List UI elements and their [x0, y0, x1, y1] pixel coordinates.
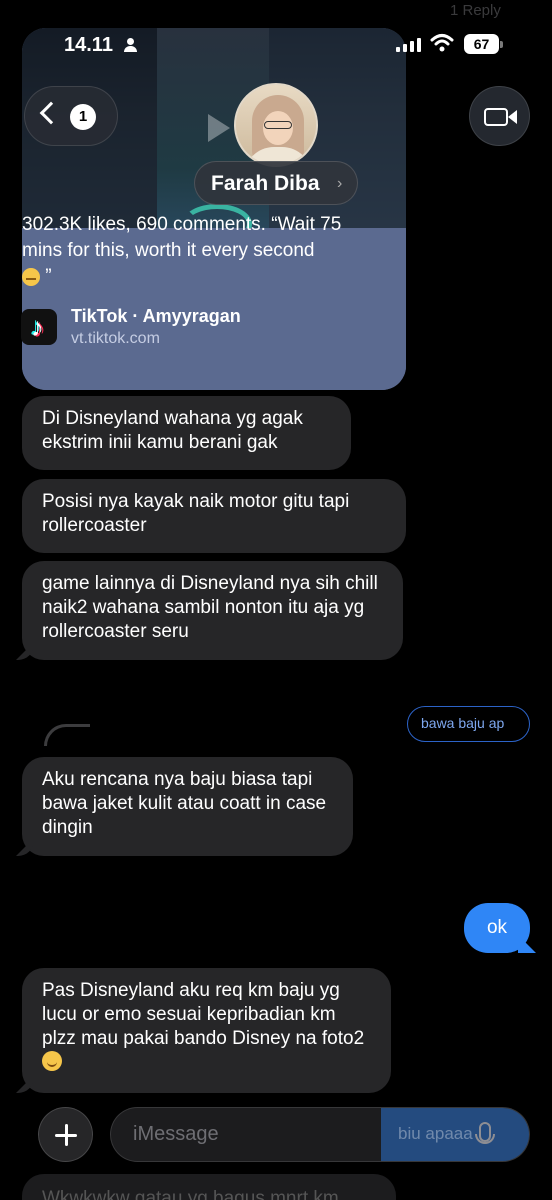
back-button[interactable]: 1 — [24, 86, 118, 146]
wifi-icon — [430, 34, 454, 52]
imessage-placeholder: iMessage — [133, 1123, 219, 1145]
status-time: 14.11 — [64, 34, 113, 56]
smile-emoji-icon — [42, 1051, 62, 1071]
contact-avatar[interactable] — [234, 83, 318, 167]
message-text: Pas Disneyland aku req km baju yg lucu o… — [42, 980, 365, 1049]
video-camera-lens — [508, 110, 517, 124]
contact-name: Farah Diba — [211, 172, 320, 195]
battery-icon: 67 — [464, 34, 504, 54]
incoming-message[interactable]: Aku rencana nya baju biasa tapi bawa jak… — [22, 757, 353, 856]
imessage-input[interactable]: biu apaaa iMessage — [110, 1107, 530, 1162]
incoming-message[interactable]: game lainnya di Disneyland nya sih chill… — [22, 561, 403, 660]
link-description-text: 302.3K likes, 690 comments. “Wait 75 min… — [22, 214, 342, 261]
video-camera-icon — [484, 108, 508, 126]
chevron-left-icon — [39, 101, 63, 125]
outgoing-message-replied[interactable]: bawa baju ap — [407, 706, 530, 742]
outgoing-message[interactable]: ok — [464, 903, 530, 953]
message-text: Aku rencana nya baju biasa tapi bawa jak… — [42, 769, 327, 838]
incoming-message[interactable]: Di Disneyland wahana yg agak ekstrim ini… — [22, 396, 351, 470]
play-icon — [208, 114, 230, 142]
signal-icon — [396, 36, 422, 52]
person-icon — [124, 38, 138, 52]
partially-hidden-message-text: Wkwkwkw gatau yg bagus mnrt km — [42, 1188, 339, 1200]
battery-tip — [500, 41, 503, 48]
chevron-right-icon: › — [337, 175, 343, 192]
reply-thread-line — [44, 724, 90, 746]
link-description: 302.3K likes, 690 comments. “Wait 75 min… — [22, 212, 372, 290]
partially-hidden-message: Wkwkwkw gatau yg bagus mnrt km — [22, 1174, 396, 1200]
facetime-video-button[interactable] — [469, 86, 530, 146]
pensive-emoji-icon — [22, 267, 40, 286]
message-text: game lainnya di Disneyland nya sih chill… — [42, 573, 378, 642]
unread-count-badge: 1 — [70, 104, 96, 130]
reply-count-hint[interactable]: 1 Reply — [450, 2, 501, 19]
incoming-message[interactable]: Pas Disneyland aku req km baju yg lucu o… — [22, 968, 391, 1093]
link-description-end: ” — [45, 266, 52, 287]
battery-level: 67 — [464, 34, 499, 54]
plus-icon[interactable] — [38, 1107, 93, 1162]
incoming-message[interactable]: Posisi nya kayak naik motor gitu tapi ro… — [22, 479, 406, 553]
message-behind-input-text: biu apaaa — [398, 1124, 473, 1143]
message-text: ok — [486, 917, 508, 938]
tiktok-glyph: ♪ — [31, 312, 44, 342]
link-url[interactable]: vt.tiktok.com — [71, 330, 160, 348]
link-source: TikTok · Amyyragan — [71, 306, 241, 326]
tiktok-icon: ♪ — [21, 309, 57, 345]
contact-name-button[interactable]: Farah Diba › — [194, 161, 358, 205]
